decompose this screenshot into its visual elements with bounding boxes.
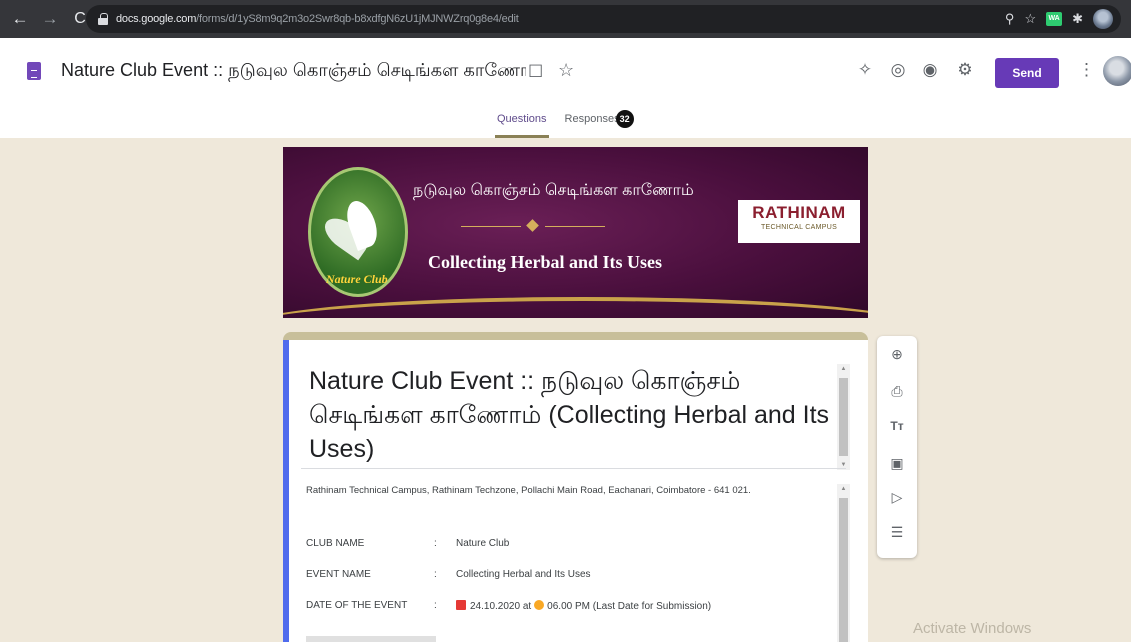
title-scroll-thumb[interactable]: [839, 378, 848, 456]
add-title-icon[interactable]: Tт: [887, 416, 907, 436]
tab-responses[interactable]: Responses 32: [564, 106, 634, 138]
detail-value: Nature Club: [456, 538, 510, 549]
folder-icon[interactable]: ☐: [528, 62, 543, 82]
add-section-icon[interactable]: ☰: [887, 522, 907, 542]
scroll-up-icon[interactable]: ▲: [837, 486, 850, 492]
whatsapp-extension-icon[interactable]: WA: [1046, 12, 1063, 26]
form-title-header[interactable]: Nature Club Event :: நடுவுல கொஞ்சம் செடி…: [61, 60, 526, 83]
scroll-up-icon[interactable]: ▲: [837, 366, 850, 372]
account-avatar[interactable]: [1103, 56, 1131, 86]
tab-responses-label: Responses: [564, 113, 620, 125]
import-questions-icon[interactable]: ⎙: [887, 381, 907, 401]
banner-divider-right: [545, 226, 605, 227]
banner-english-title: Collecting Herbal and Its Uses: [428, 252, 662, 272]
event-date: 24.10.2020 at: [470, 601, 532, 612]
browser-toolbar: ← → C docs.google.com/forms/d/1yS8m9q2m3…: [0, 0, 1131, 38]
description-scrollbar[interactable]: ▲: [837, 484, 850, 642]
address-bar[interactable]: docs.google.com/forms/d/1yS8m9q2m3o2Swr8…: [86, 5, 1121, 33]
add-question-icon[interactable]: ⊕: [887, 344, 907, 364]
detail-value: Collecting Herbal and Its Uses: [456, 569, 591, 580]
banner-divider-left: [461, 226, 521, 227]
banner-tamil-title: நடுவுல கொஞ்சம் செடிங்கள காணோம்: [413, 182, 694, 199]
detail-label: EVENT NAME: [306, 569, 371, 580]
forms-doc-icon[interactable]: [27, 62, 41, 80]
bookmark-star-icon[interactable]: ☆: [1024, 11, 1036, 27]
send-button[interactable]: Send: [995, 58, 1059, 88]
detail-label: CLUB NAME: [306, 538, 365, 549]
omnibox-actions: ⚲ ☆ WA ✱: [1005, 5, 1113, 33]
form-title-card[interactable]: Nature Club Event :: நடுவுல கொஞ்சம் செடி…: [283, 340, 868, 642]
alarm-clock-icon: [534, 600, 545, 610]
nature-club-logo: Nature Club: [308, 167, 408, 297]
detail-value: 24.10.2020 at 06.00 PM (Last Date for Sub…: [456, 600, 711, 612]
form-tabs: Questions Responses 32: [495, 106, 634, 138]
addons-icon[interactable]: ✧: [855, 60, 875, 80]
detail-colon: :: [434, 538, 437, 549]
rathinam-logo: RATHINAM TECHNICAL CAMPUS: [738, 200, 860, 243]
title-underline: [301, 468, 846, 469]
browser-profile-avatar[interactable]: [1093, 9, 1113, 29]
activate-windows-watermark: Activate Windows: [913, 620, 1032, 637]
palette-icon[interactable]: ◎: [888, 60, 908, 80]
title-scrollbar[interactable]: ▲ ▼: [837, 364, 850, 470]
tab-questions[interactable]: Questions: [495, 106, 549, 138]
add-image-icon[interactable]: ▣: [887, 453, 907, 473]
more-vert-icon[interactable]: ⋮: [1078, 60, 1095, 80]
event-time: 06.00 PM (Last Date for Submission): [547, 601, 712, 612]
detail-colon: :: [434, 600, 437, 611]
form-description-address[interactable]: Rathinam Technical Campus, Rathinam Tech…: [306, 485, 751, 496]
forms-header: Nature Club Event :: நடுவுல கொஞ்சம் செடி…: [0, 38, 1131, 138]
forward-arrow-icon[interactable]: →: [38, 9, 62, 29]
question-side-toolbar: ⊕ ⎙ Tт ▣ ▷ ☰: [877, 336, 917, 558]
star-icon[interactable]: ☆: [558, 60, 574, 81]
form-header-banner: Nature Club நடுவுல கொஞ்சம் செடிங்கள காணோ…: [283, 147, 868, 318]
preview-eye-icon[interactable]: ◉: [920, 60, 940, 80]
description-scroll-thumb[interactable]: [839, 498, 848, 642]
add-video-icon[interactable]: ▷: [887, 487, 907, 507]
zoom-icon[interactable]: ⚲: [1005, 11, 1015, 27]
detail-colon: :: [434, 569, 437, 580]
extensions-puzzle-icon[interactable]: ✱: [1072, 11, 1083, 27]
responses-count-badge: 32: [615, 110, 634, 128]
detail-label: DATE OF THE EVENT: [306, 600, 408, 611]
lock-icon[interactable]: [98, 13, 108, 25]
calendar-icon: [456, 600, 466, 610]
form-title-field[interactable]: Nature Club Event :: நடுவுல கொஞ்சம் செடி…: [309, 364, 845, 466]
banner-divider-diamond: [526, 219, 539, 232]
url-text[interactable]: docs.google.com/forms/d/1yS8m9q2m3o2Swr8…: [116, 13, 519, 25]
org-name: RATHINAM: [752, 203, 846, 222]
cut-off-detail-row: [306, 636, 436, 642]
settings-gear-icon[interactable]: ⚙: [955, 60, 975, 80]
org-subtitle: TECHNICAL CAMPUS: [760, 224, 838, 231]
back-arrow-icon[interactable]: ←: [8, 9, 32, 29]
banner-gold-arc: [283, 297, 868, 318]
logo-text: Nature Club: [326, 272, 388, 286]
